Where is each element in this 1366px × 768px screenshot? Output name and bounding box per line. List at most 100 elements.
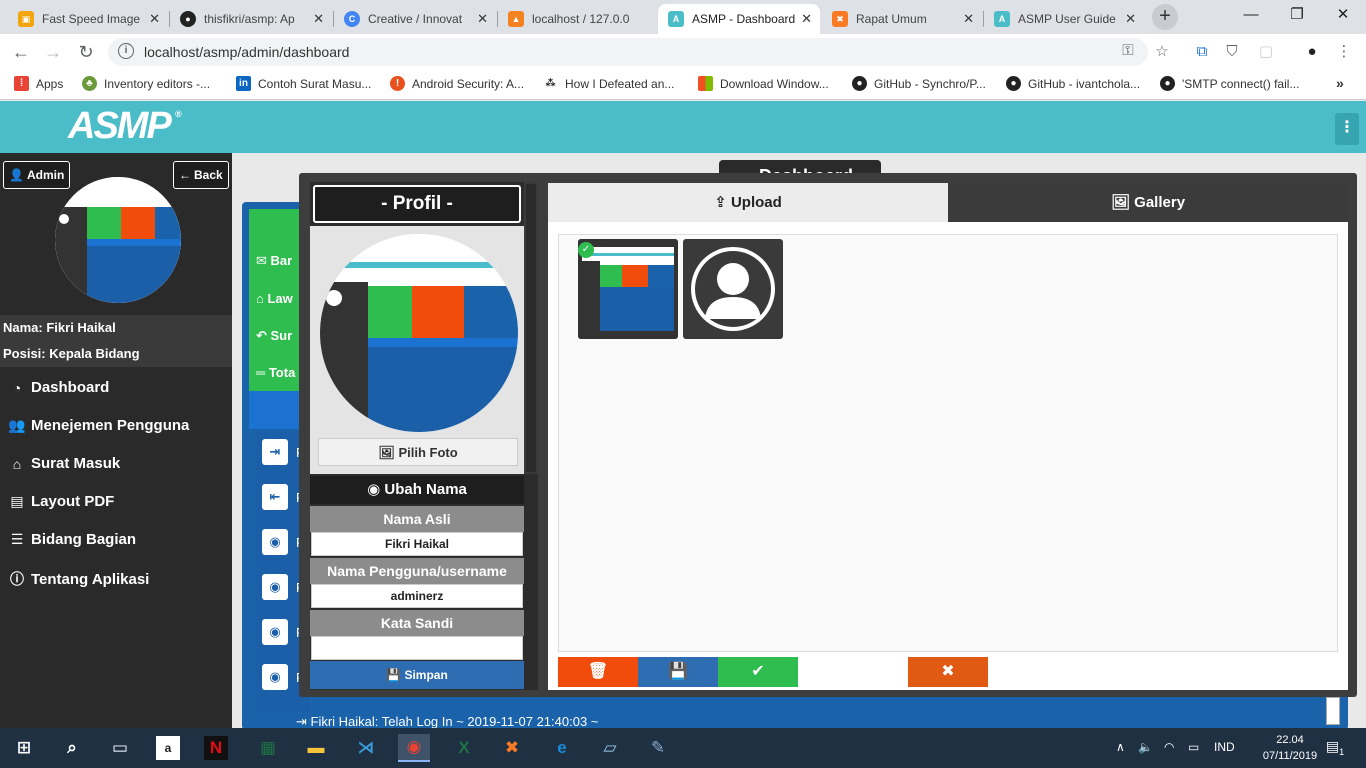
- confirm-button[interactable]: ✔: [718, 657, 798, 687]
- bookmark-label: GitHub - ivantchola...: [1028, 76, 1141, 91]
- profile-title: - Profil -: [313, 185, 521, 223]
- edge-icon[interactable]: e: [546, 734, 578, 762]
- bookmark-item[interactable]: ⁞ Apps: [14, 76, 63, 91]
- sidebar-item-menejemen-pengguna[interactable]: 👥 Menejemen Pengguna: [8, 417, 189, 434]
- tab-gallery[interactable]: 🖼 Gallery: [948, 183, 1348, 222]
- bookmark-item[interactable]: ● GitHub - Synchro/P...: [852, 76, 986, 91]
- language-indicator[interactable]: IND: [1214, 740, 1235, 754]
- star-icon[interactable]: ☆: [1152, 42, 1172, 62]
- new-tab-button[interactable]: +: [1152, 4, 1178, 30]
- password-field[interactable]: [311, 636, 523, 660]
- back-button[interactable]: ← Back: [173, 161, 229, 189]
- netflix-icon[interactable]: N: [204, 736, 228, 760]
- info-icon[interactable]: i: [118, 43, 134, 59]
- xampp-icon[interactable]: ✖: [496, 734, 528, 762]
- app-header: ASMP ® ⋮: [0, 101, 1366, 153]
- profile-photo[interactable]: [320, 234, 518, 432]
- forward-arrow-icon[interactable]: →: [41, 40, 65, 64]
- bookmark-item[interactable]: Download Window...: [698, 76, 829, 91]
- key-icon[interactable]: ⚿: [1118, 41, 1138, 61]
- bookmark-item[interactable]: ♣ Inventory editors -...: [82, 76, 210, 91]
- browser-tab[interactable]: ▲ localhost / 127.0.0: [498, 4, 658, 34]
- battery-icon[interactable]: ▭: [1188, 740, 1199, 754]
- floppy-icon: 💾: [386, 668, 405, 682]
- close-icon[interactable]: ✕: [801, 11, 812, 27]
- back-arrow-icon[interactable]: ←: [9, 40, 33, 64]
- volume-icon[interactable]: 🔈: [1138, 740, 1153, 754]
- bookmark-label: 'SMTP connect() fail...: [1182, 76, 1300, 91]
- admin-button[interactable]: 👤 Admin: [3, 161, 71, 189]
- menu-icon[interactable]: ⋮: [1334, 42, 1354, 62]
- username-field[interactable]: adminerz: [311, 584, 523, 608]
- bookmarks-overflow-icon[interactable]: »: [1336, 75, 1344, 91]
- profile-scrollbar-thumb[interactable]: [526, 184, 536, 472]
- bookmark-item[interactable]: in Contoh Surat Masu...: [236, 76, 371, 91]
- delete-button[interactable]: 🗑: [558, 657, 638, 687]
- chrome-icon[interactable]: ◉: [398, 734, 430, 762]
- stat-row[interactable]: ↶ Sur: [256, 328, 292, 344]
- browser-tab[interactable]: ✖ Rapat Umum ✕: [822, 4, 982, 34]
- browser-tab[interactable]: C Creative / Innovat ✕: [334, 4, 496, 34]
- browser-tab[interactable]: A ASMP User Guide ✕: [984, 4, 1144, 34]
- amazon-icon[interactable]: a: [156, 736, 180, 760]
- browser-tab-active[interactable]: A ASMP - Dashboard ✕: [658, 4, 820, 34]
- url-field[interactable]: i localhost/asmp/admin/dashboard ⚿: [108, 38, 1148, 66]
- browser-tab[interactable]: ● thisfikri/asmp: Ap ✕: [170, 4, 332, 34]
- spreadsheet-icon[interactable]: ▦: [252, 734, 284, 762]
- clock[interactable]: 22.04 07/11/2019: [1262, 732, 1318, 764]
- paint-icon[interactable]: ✎: [642, 734, 674, 762]
- bookmark-item[interactable]: ● GitHub - ivantchola...: [1006, 76, 1140, 91]
- simpan-button[interactable]: 💾 Simpan: [310, 661, 524, 689]
- cast-icon[interactable]: ⧉: [1192, 42, 1212, 62]
- trash-icon: 🗑: [587, 663, 609, 680]
- gallery-thumbnail[interactable]: [683, 239, 783, 339]
- sidebar-item-surat-masuk[interactable]: ⌂ Surat Masuk: [8, 455, 120, 472]
- maximize-button[interactable]: ❐: [1274, 0, 1320, 30]
- close-icon[interactable]: ✕: [313, 11, 324, 27]
- sidebar-item-tentang-aplikasi[interactable]: ⓘ Tentang Aplikasi: [8, 569, 149, 589]
- eye-icon: ◉: [262, 529, 288, 555]
- stat-row[interactable]: ═ Tota: [256, 365, 295, 380]
- close-icon[interactable]: ✕: [477, 11, 488, 27]
- stat-row[interactable]: ⌂ Law: [256, 291, 293, 306]
- close-icon[interactable]: ✕: [149, 11, 160, 27]
- close-button[interactable]: ✖: [908, 657, 988, 687]
- close-icon[interactable]: ✕: [963, 11, 974, 27]
- folder-icon[interactable]: ▬: [300, 734, 332, 762]
- extension-icon[interactable]: ▢: [1256, 42, 1276, 62]
- task-view-icon[interactable]: ▭: [104, 734, 136, 762]
- browser-tab[interactable]: ▣ Fast Speed Image ✕: [8, 4, 168, 34]
- header-menu-button[interactable]: ⋮: [1335, 113, 1359, 145]
- sidebar-item-dashboard[interactable]: ◔ Dashboard: [8, 379, 110, 396]
- close-icon[interactable]: ✕: [1125, 11, 1136, 27]
- sign-out-icon: ⇤: [262, 484, 288, 510]
- reload-icon[interactable]: ↻: [74, 40, 98, 64]
- app-logo[interactable]: ASMP ®: [68, 105, 182, 148]
- search-icon[interactable]: ⌕: [56, 734, 88, 762]
- stat-row[interactable]: ✉ Bar: [256, 253, 292, 269]
- bookmark-label: Contoh Surat Masu...: [258, 76, 372, 91]
- nama-asli-field[interactable]: Fikri Haikal: [311, 532, 523, 556]
- windows-start-icon[interactable]: ⊞: [8, 734, 40, 762]
- wifi-icon[interactable]: ◠: [1164, 740, 1174, 754]
- notification-icon[interactable]: ▤1: [1324, 738, 1346, 758]
- notepad-icon[interactable]: ▱: [594, 734, 626, 762]
- save-button[interactable]: 💾: [638, 657, 718, 687]
- gallery-thumbnail-selected[interactable]: [578, 239, 678, 339]
- bookmark-item[interactable]: ⁂ How I Defeated an...: [543, 76, 674, 91]
- excel-icon[interactable]: X: [448, 734, 480, 762]
- bookmark-item[interactable]: ! Android Security: A...: [390, 76, 524, 91]
- shield-icon[interactable]: ⛉: [1222, 42, 1242, 62]
- sidebar-item-bidang-bagian[interactable]: ☰ Bidang Bagian: [8, 531, 136, 548]
- sidebar-item-layout-pdf[interactable]: ▤ Layout PDF: [8, 493, 114, 510]
- scrollbar[interactable]: [1326, 697, 1340, 725]
- bookmark-item[interactable]: ● 'SMTP connect() fail...: [1160, 76, 1299, 91]
- minimize-button[interactable]: —: [1228, 0, 1274, 30]
- window-close-button[interactable]: ✕: [1320, 0, 1366, 30]
- pilih-foto-button[interactable]: 🖼 Pilih Foto: [318, 438, 518, 466]
- tray-chevron-icon[interactable]: ∧: [1116, 740, 1125, 754]
- profile-icon[interactable]: ●: [1302, 42, 1322, 62]
- tab-upload[interactable]: ⇪ Upload: [548, 183, 948, 222]
- avatar[interactable]: [55, 177, 181, 303]
- vscode-icon[interactable]: ⋊: [350, 734, 382, 762]
